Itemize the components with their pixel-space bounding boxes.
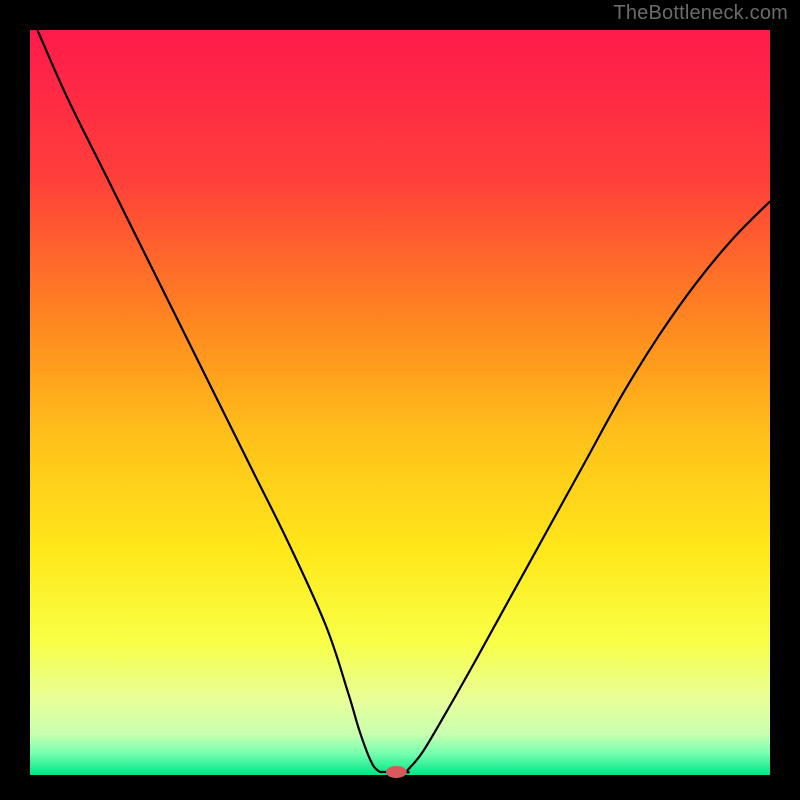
watermark-text: TheBottleneck.com — [613, 2, 788, 25]
minimum-marker — [386, 766, 407, 778]
plot-background — [30, 30, 770, 775]
chart-frame — [0, 0, 800, 800]
bottleneck-chart — [0, 0, 800, 800]
